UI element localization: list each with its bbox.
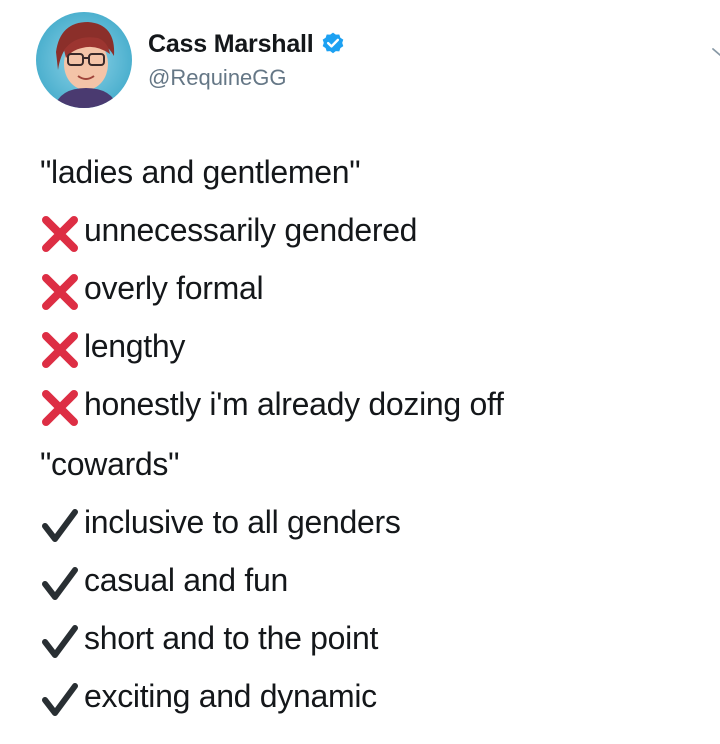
line-text: lengthy [84,328,186,364]
cross-mark-icon [40,212,80,252]
tweet-line: inclusive to all genders [40,493,504,551]
line-text: exciting and dynamic [84,678,377,714]
line-text: overly formal [84,270,264,306]
line-text: unnecessarily gendered [84,212,418,248]
line-text: casual and fun [84,562,288,598]
check-mark-icon [40,620,80,658]
line-text: "cowards" [40,446,180,482]
tweet-line: overly formal [40,259,504,317]
check-mark-icon [40,678,80,716]
author-info: Cass Marshall @RequineGG [148,29,346,91]
verified-badge-icon [320,31,346,57]
author-handle[interactable]: @RequineGG [148,65,346,91]
tweet-header: Cass Marshall @RequineGG [36,12,720,112]
check-mark-icon [40,562,80,600]
line-text: short and to the point [84,620,379,656]
chevron-down-icon[interactable] [708,40,720,64]
tweet-line: short and to the point [40,609,504,667]
tweet-line: unnecessarily gendered [40,201,504,259]
tweet-card: Cass Marshall @RequineGG "ladies and gen… [0,0,720,744]
line-text: honestly i'm already dozing off [84,386,504,422]
line-text: "ladies and gentlemen" [40,154,361,190]
cross-mark-icon [40,328,80,368]
avatar[interactable] [36,12,132,108]
tweet-text: "ladies and gentlemen" unnecessarily gen… [40,143,504,725]
line-text: inclusive to all genders [84,504,401,540]
cross-mark-icon [40,270,80,310]
tweet-line: honestly i'm already dozing off [40,375,504,433]
cross-mark-icon [40,386,80,426]
author-name-row: Cass Marshall [148,29,346,59]
tweet-line: "cowards" [40,435,504,493]
tweet-line: exciting and dynamic [40,667,504,725]
check-mark-icon [40,504,80,542]
tweet-line: casual and fun [40,551,504,609]
tweet-line: "ladies and gentlemen" [40,143,504,201]
author-display-name[interactable]: Cass Marshall [148,30,314,59]
tweet-line: lengthy [40,317,504,375]
